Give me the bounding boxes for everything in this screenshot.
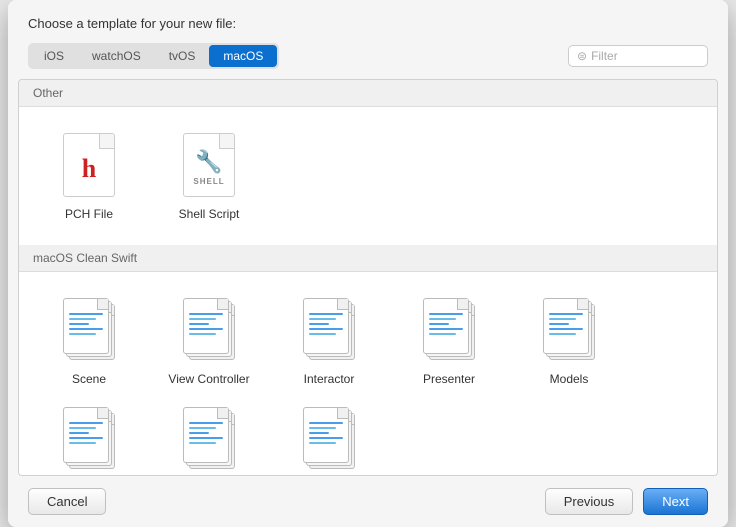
section-other-header: Other bbox=[19, 80, 717, 107]
item-label: Models bbox=[550, 372, 589, 388]
pch-file-icon: h bbox=[59, 129, 119, 201]
item-label: Shell Script bbox=[179, 207, 240, 223]
presenter-icon bbox=[419, 294, 479, 366]
list-item[interactable]: Router bbox=[149, 395, 269, 476]
dialog-title: Choose a template for your new file: bbox=[28, 16, 708, 31]
item-label: Interactor bbox=[304, 372, 355, 388]
dialog-body: Other h PCH File 🔧 SHELL Sh bbox=[18, 79, 718, 476]
section-other-grid: h PCH File 🔧 SHELL Shell Script bbox=[19, 107, 717, 245]
shell-script-icon: 🔧 SHELL bbox=[179, 129, 239, 201]
view-controller-icon bbox=[179, 294, 239, 366]
tab-tvos[interactable]: tvOS bbox=[155, 45, 210, 67]
list-item[interactable]: h PCH File bbox=[29, 121, 149, 231]
template-dialog: Choose a template for your new file: iOS… bbox=[8, 0, 728, 527]
item-label: Presenter bbox=[423, 372, 475, 388]
worker-icon bbox=[59, 403, 119, 475]
list-item[interactable]: View Controller bbox=[149, 286, 269, 396]
filter-box[interactable]: ⊜ Filter bbox=[568, 45, 708, 67]
next-button[interactable]: Next bbox=[643, 488, 708, 515]
list-item[interactable]: Presenter bbox=[389, 286, 509, 396]
tab-watchos[interactable]: watchOS bbox=[78, 45, 155, 67]
section-macos-clean-swift-grid: Scene bbox=[19, 272, 717, 476]
previous-button[interactable]: Previous bbox=[545, 488, 634, 515]
list-item[interactable]: Models bbox=[509, 286, 629, 396]
tab-bar: iOS watchOS tvOS macOS bbox=[28, 43, 279, 69]
dialog-footer: Cancel Previous Next bbox=[8, 476, 728, 527]
filter-label: Filter bbox=[591, 49, 618, 63]
section-macos-clean-swift-header: macOS Clean Swift bbox=[19, 245, 717, 272]
interactor-icon bbox=[299, 294, 359, 366]
list-item[interactable]: Unit Tests bbox=[269, 395, 389, 476]
router-icon bbox=[179, 403, 239, 475]
unit-tests-icon bbox=[299, 403, 359, 475]
models-icon bbox=[539, 294, 599, 366]
tab-ios[interactable]: iOS bbox=[30, 45, 78, 67]
filter-icon: ⊜ bbox=[577, 49, 587, 63]
list-item[interactable]: Worker bbox=[29, 395, 149, 476]
list-item[interactable]: Scene bbox=[29, 286, 149, 396]
item-label: Scene bbox=[72, 372, 106, 388]
list-item[interactable]: Interactor bbox=[269, 286, 389, 396]
list-item[interactable]: 🔧 SHELL Shell Script bbox=[149, 121, 269, 231]
tabs-filter-row: iOS watchOS tvOS macOS ⊜ Filter bbox=[28, 43, 708, 69]
scene-icon bbox=[59, 294, 119, 366]
nav-buttons: Previous Next bbox=[545, 488, 708, 515]
cancel-button[interactable]: Cancel bbox=[28, 488, 106, 515]
item-label: View Controller bbox=[168, 372, 249, 388]
dialog-header: Choose a template for your new file: iOS… bbox=[8, 0, 728, 79]
item-label: PCH File bbox=[65, 207, 113, 223]
tab-macos[interactable]: macOS bbox=[209, 45, 277, 67]
